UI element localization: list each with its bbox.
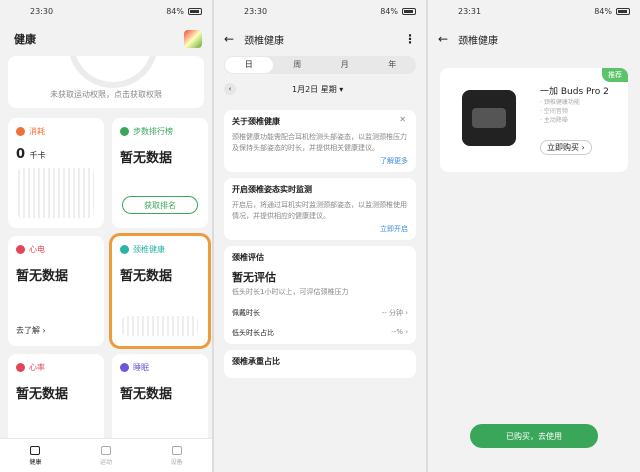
back-arrow-icon[interactable]: ← bbox=[438, 32, 448, 46]
moon-icon bbox=[120, 363, 129, 372]
head-down-ratio-row[interactable]: 低头时长占比 --% › bbox=[232, 328, 408, 338]
recommend-badge: 推荐 bbox=[602, 68, 628, 82]
close-icon[interactable]: ✕ bbox=[399, 115, 406, 124]
product-card[interactable]: 推荐 一加 Buds Pro 2 · 颈椎健康功能 · 空间音频 · 主动降噪 … bbox=[440, 68, 628, 172]
tile-ecg[interactable]: 心电 暂无数据 去了解 › bbox=[8, 236, 104, 346]
prev-date-button[interactable]: ‹ bbox=[224, 83, 236, 95]
about-card: 关于颈椎健康 ✕ 颈椎健康功能需配合耳机检测头部姿态，以监测颈椎压力及保持头部姿… bbox=[224, 110, 416, 172]
status-time: 23:30 bbox=[30, 6, 54, 16]
card-title: 颈椎承重占比 bbox=[232, 357, 280, 366]
tile-title: 颈椎健康 bbox=[133, 245, 165, 254]
battery-text: 84% bbox=[380, 6, 398, 16]
permission-text: 未获取运动权限，点击获取权限 bbox=[50, 90, 162, 99]
tile-title: 心电 bbox=[29, 245, 45, 254]
status-time: 23:31 bbox=[458, 6, 482, 16]
battery-text: 84% bbox=[594, 6, 612, 16]
tile-title: 心率 bbox=[29, 363, 45, 372]
battery-icon bbox=[188, 7, 202, 15]
tile-unit: 千卡 bbox=[29, 151, 46, 160]
ranking-icon bbox=[120, 127, 129, 136]
page-title: 健康 bbox=[14, 33, 36, 46]
shoe-icon bbox=[100, 445, 111, 455]
neck-health-detail-screen: 23:30 84% ← 颈椎健康 ⋮ 日 周 月 年 ‹ 1月2日 星期 ▾ 关… bbox=[214, 0, 426, 472]
buy-now-button[interactable]: 立即购买 › bbox=[540, 140, 592, 155]
heart-rate-icon bbox=[16, 363, 25, 372]
card-title: 颈椎评估 bbox=[232, 253, 264, 262]
wear-duration-row[interactable]: 佩戴时长 -- 分钟 › bbox=[232, 308, 408, 318]
tile-value: 暂无数据 bbox=[120, 151, 173, 166]
already-bought-button[interactable]: 已购买，去使用 bbox=[470, 424, 598, 448]
feature-list: · 颈椎健康功能 · 空间音频 · 主动降噪 bbox=[540, 99, 580, 124]
tile-value: 暂无数据 bbox=[120, 269, 173, 284]
tile-title: 步数排行榜 bbox=[133, 127, 173, 136]
card-title: 关于颈椎健康 bbox=[232, 117, 280, 126]
tab-health[interactable]: 健康 bbox=[29, 445, 41, 466]
flame-icon bbox=[16, 127, 25, 136]
back-arrow-icon[interactable]: ← bbox=[224, 32, 234, 46]
permission-card[interactable]: 未获取运动权限，点击获取权限 bbox=[8, 56, 204, 108]
evaluation-status: 暂无评估 bbox=[232, 271, 276, 284]
neck-icon bbox=[120, 245, 129, 254]
chart-placeholder bbox=[18, 168, 94, 218]
status-bar: 23:30 84% bbox=[0, 0, 212, 22]
home-icon bbox=[30, 445, 41, 455]
battery-text: 84% bbox=[166, 6, 184, 16]
period-segmented-control: 日 周 月 年 bbox=[224, 56, 416, 74]
status-bar: 23:31 84% bbox=[428, 0, 640, 22]
tile-calories[interactable]: 消耗 0 千卡 bbox=[8, 118, 104, 228]
tile-value: 暂无数据 bbox=[16, 269, 69, 284]
more-menu-icon[interactable]: ⋮ bbox=[404, 32, 416, 46]
tile-value: 0 bbox=[16, 147, 26, 162]
tile-step-ranking[interactable]: 步数排行榜 暂无数据 获取排名 bbox=[112, 118, 208, 228]
device-icon bbox=[171, 445, 182, 455]
segment-day[interactable]: 日 bbox=[225, 57, 273, 73]
tab-device[interactable]: 设备 bbox=[171, 445, 183, 466]
tile-value: 暂无数据 bbox=[120, 387, 173, 402]
learn-more-link[interactable]: 了解更多 bbox=[232, 156, 408, 166]
card-title: 开启颈椎姿态实时监测 bbox=[232, 185, 312, 194]
product-name: 一加 Buds Pro 2 bbox=[540, 87, 609, 97]
earbuds-image bbox=[462, 90, 516, 146]
segment-week[interactable]: 周 bbox=[274, 57, 322, 73]
date-selector[interactable]: 1月2日 星期 ▾ bbox=[292, 84, 343, 95]
card-text: 开启后，将通过耳机实时监测颈部姿态，以监测颈椎使用情况，并提供相应的健康建议。 bbox=[232, 201, 407, 220]
tile-neck-health[interactable]: 颈椎健康 暂无数据 bbox=[109, 233, 211, 349]
avatar[interactable] bbox=[184, 30, 202, 48]
evaluation-card: 颈椎评估 暂无评估 低头时长1小时以上，可评估颈椎压力 佩戴时长 -- 分钟 › … bbox=[224, 246, 416, 344]
realtime-monitor-card: 开启颈椎姿态实时监测 开启后，将通过耳机实时监测颈部姿态，以监测颈椎使用情况，并… bbox=[224, 178, 416, 240]
evaluation-desc: 低头时长1小时以上，可评估颈椎压力 bbox=[232, 288, 349, 296]
status-bar: 23:30 84% bbox=[214, 0, 426, 22]
progress-ring bbox=[68, 56, 158, 88]
bottom-tab-bar: 健康 运动 设备 bbox=[0, 438, 212, 472]
health-home-screen: 23:30 84% 健康 未获取运动权限，点击获取权限 消耗 0 千卡 步数排行… bbox=[0, 0, 212, 472]
tile-value: 暂无数据 bbox=[16, 387, 69, 402]
enable-now-link[interactable]: 立即开启 bbox=[232, 224, 408, 234]
status-time: 23:30 bbox=[244, 6, 268, 16]
card-text: 颈椎健康功能需配合耳机检测头部姿态，以监测颈椎压力及保持头部姿态的时长，并提供相… bbox=[232, 133, 407, 152]
get-ranking-button[interactable]: 获取排名 bbox=[122, 196, 198, 214]
product-promo-screen: 23:31 84% ← 颈椎健康 推荐 一加 Buds Pro 2 · 颈椎健康… bbox=[428, 0, 640, 472]
page-title: 颈椎健康 bbox=[458, 35, 499, 47]
segment-year[interactable]: 年 bbox=[369, 57, 417, 73]
page-title: 颈椎健康 bbox=[244, 35, 285, 47]
segment-month[interactable]: 月 bbox=[321, 57, 369, 73]
load-ratio-card: 颈椎承重占比 bbox=[224, 350, 416, 378]
tab-sport[interactable]: 运动 bbox=[100, 445, 112, 466]
learn-more-link[interactable]: 去了解 › bbox=[16, 325, 46, 336]
heart-icon bbox=[16, 245, 25, 254]
tile-title: 消耗 bbox=[29, 127, 45, 136]
battery-icon bbox=[402, 7, 416, 15]
chart-placeholder bbox=[122, 316, 198, 336]
battery-icon bbox=[616, 7, 630, 15]
tile-title: 睡眠 bbox=[133, 363, 149, 372]
